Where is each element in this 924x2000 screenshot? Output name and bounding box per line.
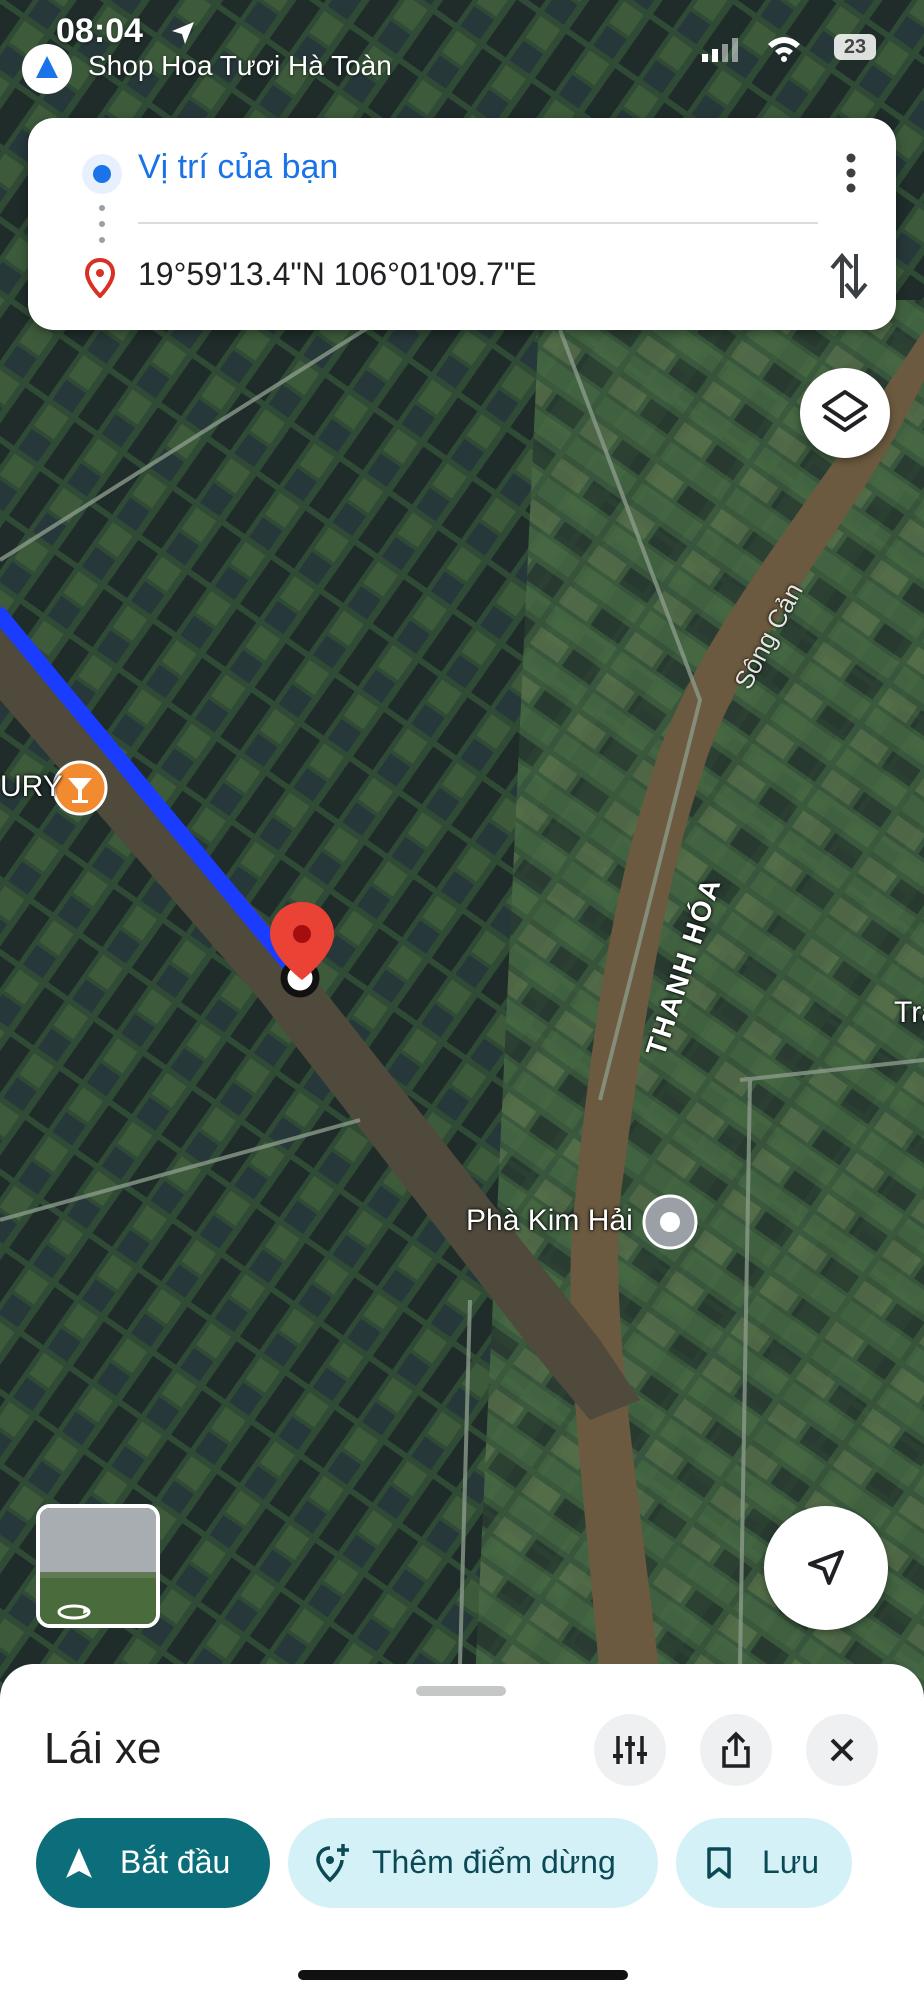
- ferry-poi-label[interactable]: Phà Kim Hải: [466, 1204, 633, 1238]
- status-bar: 08:04 Shop Hoa Tươi Hà Toàn 23: [0, 0, 924, 94]
- rotate-360-icon: [57, 1604, 91, 1620]
- edge-map-label: Tra: [894, 996, 924, 1029]
- start-label: Bắt đầu: [120, 1844, 231, 1880]
- wifi-icon: [768, 37, 800, 62]
- travel-mode-title: Lái xe: [44, 1724, 162, 1773]
- app-switch-icon[interactable]: [22, 44, 72, 94]
- battery-indicator: 23: [834, 34, 876, 60]
- directions-card: Vị trí của bạn 19°59'13.4"N 106°01'09.7"…: [28, 118, 896, 330]
- field-divider: [138, 222, 818, 224]
- recenter-button[interactable]: [764, 1506, 888, 1630]
- destination-pin-icon: [84, 258, 116, 298]
- route-dots-icon: [99, 205, 105, 243]
- close-button[interactable]: [806, 1714, 878, 1786]
- location-arrow-icon: [172, 22, 194, 44]
- swap-directions-icon[interactable]: [824, 248, 874, 304]
- save-label: Lưu: [762, 1844, 820, 1880]
- street-view-thumbnail[interactable]: [36, 1504, 160, 1628]
- route-options-button[interactable]: [594, 1714, 666, 1786]
- ferry-poi-icon: [642, 1194, 698, 1250]
- navigation-icon: [66, 1848, 92, 1878]
- add-stop-label: Thêm điểm dừng: [372, 1844, 616, 1880]
- add-stop-button[interactable]: Thêm điểm dừng: [288, 1818, 658, 1908]
- share-icon: [722, 1731, 750, 1768]
- layers-icon: [822, 390, 868, 432]
- home-indicator[interactable]: [298, 1970, 628, 1980]
- more-options-icon[interactable]: [836, 148, 866, 198]
- sheet-drag-handle[interactable]: [416, 1686, 506, 1696]
- bar-poi-label[interactable]: URY: [0, 770, 63, 804]
- bookmark-icon: [707, 1847, 731, 1879]
- close-icon: [830, 1738, 854, 1762]
- add-location-icon: [316, 1844, 349, 1883]
- signal-icon: [702, 38, 738, 62]
- origin-field[interactable]: Vị trí của bạn: [138, 148, 338, 187]
- save-route-button[interactable]: Lưu: [676, 1818, 852, 1908]
- layers-button[interactable]: [800, 368, 890, 458]
- back-to-app-link[interactable]: Shop Hoa Tươi Hà Toàn: [88, 50, 392, 82]
- start-navigation-button[interactable]: Bắt đầu: [36, 1818, 270, 1908]
- share-button[interactable]: [700, 1714, 772, 1786]
- navigation-arrow-icon: [808, 1550, 844, 1585]
- tune-icon: [613, 1736, 647, 1764]
- your-location-icon: [82, 154, 122, 194]
- directions-bottom-sheet: Lái xe Bắt đầu Thêm điểm dừng Lưu: [0, 1664, 924, 2000]
- destination-field[interactable]: 19°59'13.4"N 106°01'09.7"E: [138, 256, 537, 293]
